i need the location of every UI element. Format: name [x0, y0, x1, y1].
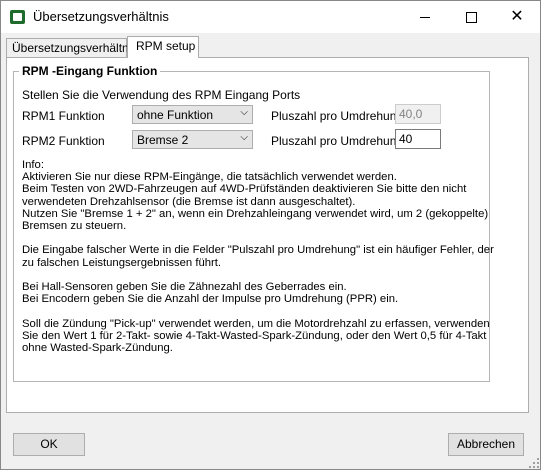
tab-rpm-setup[interactable]: RPM setup [127, 36, 199, 58]
intro-text: Stellen Sie die Verwendung des RPM Einga… [22, 88, 301, 102]
close-icon: ✕ [510, 8, 524, 25]
info-text: Info: Aktivieren Sie nur diese RPM-Eingä… [22, 159, 494, 355]
tab-uebersetzungsverhaeltnis[interactable]: Übersetzungsverhältnis [6, 38, 137, 57]
rpm1-function-select[interactable]: ohne Funktion ⌵ [132, 105, 253, 124]
close-button[interactable]: ✕ [494, 1, 540, 33]
chevron-down-icon: ⌵ [240, 107, 248, 118]
rpm2-pulse-input[interactable]: 40 [395, 129, 441, 149]
rpm1-label: RPM1 Funktion [22, 109, 105, 123]
cancel-button[interactable]: Abbrechen [448, 433, 524, 456]
rpm2-pulse-label: Pluszahl pro Umdrehung: [271, 134, 407, 148]
rpm2-label: RPM2 Funktion [22, 134, 105, 148]
minimize-icon [420, 16, 430, 18]
minimize-button[interactable] [402, 1, 448, 33]
groupbox-title: RPM -Eingang Funktion [19, 64, 161, 78]
rpm1-pulse-input[interactable]: 40,0 [395, 104, 441, 124]
rpm1-pulse-label: Pluszahl pro Umdrehung: [271, 109, 407, 123]
maximize-icon [465, 11, 477, 23]
title-bar: Übersetzungsverhältnis ✕ [1, 1, 540, 33]
chevron-down-icon: ⌵ [240, 132, 248, 143]
resize-grip-icon[interactable] [529, 458, 539, 468]
maximize-button[interactable] [448, 1, 494, 33]
rpm1-select-value: ohne Funktion [137, 108, 214, 122]
window-title: Übersetzungsverhältnis [33, 9, 169, 24]
rpm2-select-value: Bremse 2 [137, 133, 189, 147]
rpm2-function-select[interactable]: Bremse 2 ⌵ [132, 130, 253, 149]
ok-button[interactable]: OK [13, 433, 85, 456]
app-icon [10, 10, 25, 24]
